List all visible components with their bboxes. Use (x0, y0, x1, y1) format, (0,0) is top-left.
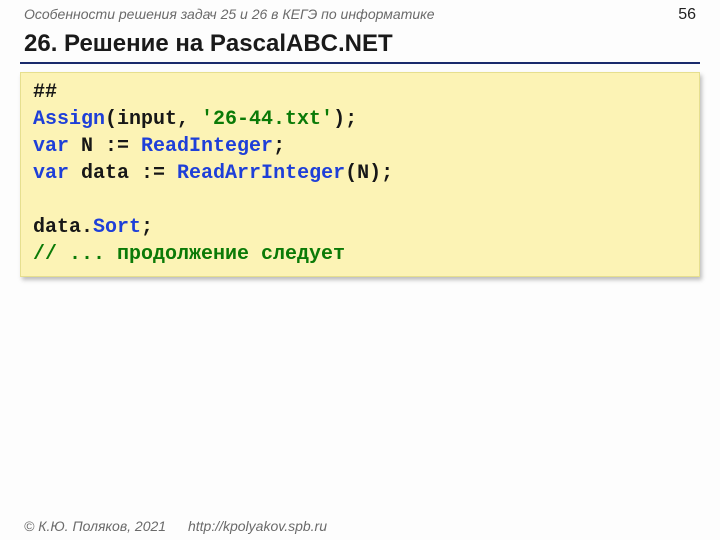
slide-title: 26. Решение на PascalABC.NET (0, 26, 720, 60)
code-line-3: var N := ReadInteger; (33, 135, 285, 158)
code-line-6: data.Sort; (33, 216, 153, 239)
code-line-2: Assign(input, '26-44.txt'); (33, 108, 357, 131)
page-number: 56 (678, 6, 696, 24)
subject-text: Особенности решения задач 25 и 26 в КЕГЭ… (24, 6, 435, 22)
slide-footer: © К.Ю. Поляков, 2021 http://kpolyakov.sp… (0, 518, 720, 534)
copyright-text: © К.Ю. Поляков, 2021 (24, 518, 166, 534)
title-rule (20, 62, 700, 64)
footer-url: http://kpolyakov.spb.ru (188, 518, 327, 534)
code-line-1: ## (33, 81, 57, 104)
slide-header: Особенности решения задач 25 и 26 в КЕГЭ… (0, 0, 720, 26)
code-line-7: // ... продолжение следует (33, 243, 345, 266)
code-block: ## Assign(input, '26-44.txt'); var N := … (20, 72, 700, 277)
code-line-4: var data := ReadArrInteger(N); (33, 162, 393, 185)
